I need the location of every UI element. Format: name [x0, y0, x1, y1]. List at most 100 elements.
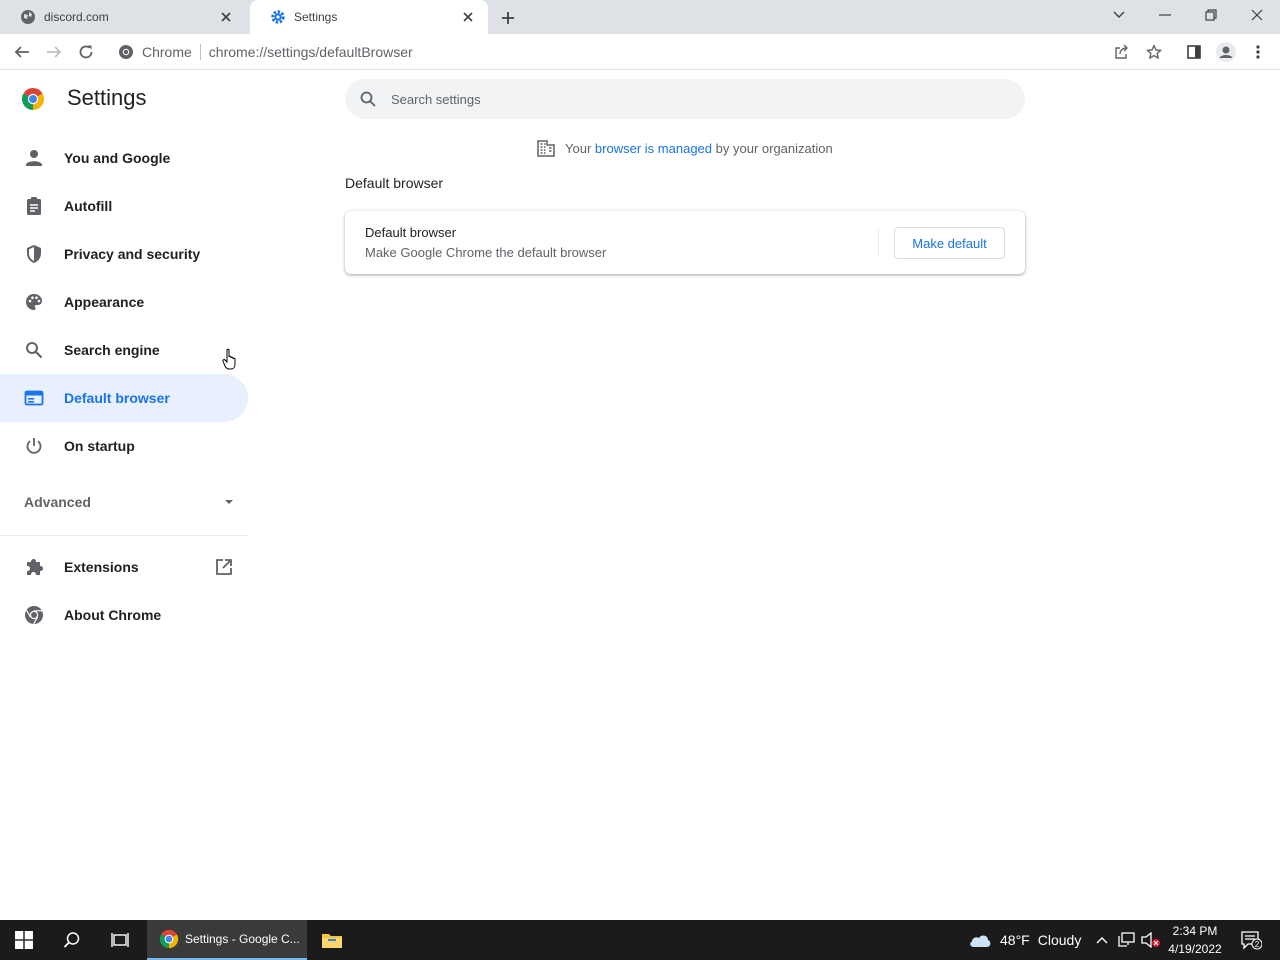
tab-discord[interactable]: discord.com	[0, 0, 246, 34]
nav-item-you-and-google[interactable]: You and Google	[0, 134, 248, 182]
address-bar[interactable]: Chrome chrome://settings/defaultBrowser	[108, 37, 1146, 67]
volume-muted-icon[interactable]	[1140, 920, 1162, 960]
building-icon	[537, 140, 555, 157]
is-link[interactable]: is	[645, 141, 654, 156]
tab-title: Settings	[294, 10, 338, 24]
nav-item-label: Appearance	[64, 294, 145, 310]
new-tab-icon[interactable]	[498, 8, 518, 28]
tab-title: discord.com	[44, 10, 109, 24]
nav-item-label: Search engine	[64, 342, 160, 358]
bookmark-star-icon[interactable]	[1142, 40, 1166, 64]
windows-taskbar: Settings - Google C... 48°F Cloudy 2:34 …	[0, 920, 1280, 960]
person-icon	[26, 150, 42, 166]
advanced-label: Advanced	[24, 494, 91, 510]
chrome-icon	[25, 606, 43, 625]
tab-search-icon[interactable]	[1096, 0, 1142, 30]
file-explorer-icon[interactable]	[312, 920, 352, 960]
shield-icon	[27, 245, 41, 263]
browser-link[interactable]: browser	[595, 141, 641, 156]
chrome-logo-icon	[22, 88, 44, 110]
nav-item-label: Privacy and security	[64, 246, 201, 262]
managed-link[interactable]: managed	[658, 141, 712, 156]
settings-search-bar[interactable]	[345, 79, 1025, 119]
chrome-logo-icon	[159, 929, 179, 949]
globe-icon	[21, 10, 35, 24]
nav-item-default-browser[interactable]: Default browser	[0, 374, 248, 422]
make-default-button[interactable]: Make default	[894, 227, 1005, 259]
close-window-icon[interactable]	[1234, 0, 1280, 30]
search-icon	[26, 342, 43, 359]
share-icon[interactable]	[1110, 40, 1134, 64]
nav-item-label: On startup	[64, 438, 135, 454]
default-browser-card: Default browser Make Google Chrome the d…	[345, 211, 1025, 274]
minimize-icon[interactable]	[1142, 0, 1188, 30]
close-tab-icon[interactable]	[460, 9, 476, 25]
nav-item-privacy-and-security[interactable]: Privacy and security	[0, 230, 248, 278]
taskbar-search-icon[interactable]	[48, 920, 96, 960]
gear-icon	[271, 10, 285, 24]
site-chip-label: Chrome	[142, 44, 192, 60]
managed-notice: Your browser is managed by your organiza…	[536, 138, 833, 158]
clock-date: 4/19/2022	[1168, 942, 1222, 956]
nav-item-label: About Chrome	[64, 607, 162, 623]
search-icon	[360, 91, 376, 107]
forward-arrow-icon[interactable]	[42, 40, 66, 64]
restore-icon[interactable]	[1188, 0, 1234, 30]
network-icon[interactable]	[1116, 920, 1138, 960]
notifications-icon[interactable]: 2	[1234, 920, 1268, 960]
taskbar-chrome-button[interactable]: Settings - Google C...	[147, 920, 307, 960]
caret-down-icon	[225, 500, 233, 504]
nav-item-search-engine[interactable]: Search engine	[0, 326, 248, 374]
start-windows-icon[interactable]	[0, 920, 48, 960]
back-arrow-icon[interactable]	[10, 40, 34, 64]
palette-icon	[26, 294, 42, 310]
tab-strip: discord.com Settings	[0, 0, 1280, 34]
weather-condition: Cloudy	[1037, 932, 1082, 948]
card-title: Default browser	[365, 225, 457, 240]
section-title: Default browser	[345, 175, 444, 191]
tab-settings[interactable]: Settings	[250, 0, 488, 34]
nav-divider	[0, 535, 248, 536]
nav-item-label: You and Google	[64, 150, 171, 166]
nav-item-on-startup[interactable]: On startup	[0, 422, 248, 470]
task-view-icon[interactable]	[96, 920, 144, 960]
taskbar-chrome-label: Settings - Google C...	[185, 932, 300, 946]
side-panel-icon[interactable]	[1182, 40, 1206, 64]
advanced-toggle[interactable]: Advanced	[24, 492, 234, 512]
weather-temp: 48°F	[1000, 932, 1030, 948]
weather-widget[interactable]: 48°F Cloudy	[968, 920, 1081, 960]
clock-time: 2:34 PM	[1172, 924, 1218, 938]
show-hidden-icons-icon[interactable]	[1092, 920, 1112, 960]
puzzle-icon	[27, 559, 43, 575]
managed-prefix: Your	[565, 140, 592, 156]
nav-item-about-chrome[interactable]: About Chrome	[0, 591, 248, 639]
page-title: Settings	[67, 85, 147, 110]
nav-item-autofill[interactable]: Autofill	[0, 182, 248, 230]
nav-item-extensions[interactable]: Extensions	[0, 543, 248, 591]
card-divider	[878, 230, 879, 256]
omnibox-divider	[199, 44, 201, 60]
notification-count: 2	[1255, 940, 1260, 949]
clipboard-icon	[27, 197, 41, 215]
nav-item-label: Extensions	[64, 559, 139, 575]
hand-cursor-icon	[222, 348, 236, 370]
settings-nav-bottom: Extensions About Chrome	[0, 543, 248, 639]
browser-toolbar: Chrome chrome://settings/defaultBrowser	[0, 34, 1280, 70]
more-menu-icon[interactable]	[1246, 40, 1270, 64]
nav-item-label: Default browser	[64, 390, 170, 406]
nav-item-appearance[interactable]: Appearance	[0, 278, 248, 326]
external-link-icon[interactable]	[214, 557, 234, 577]
system-clock[interactable]: 2:34 PM 4/19/2022	[1160, 922, 1230, 958]
profile-avatar-icon[interactable]	[1214, 40, 1238, 64]
site-chip[interactable]: Chrome	[118, 44, 192, 60]
browser-window-icon	[24, 390, 44, 406]
chrome-icon	[119, 45, 133, 59]
close-tab-icon[interactable]	[218, 9, 234, 25]
card-subtitle: Make Google Chrome the default browser	[365, 245, 607, 260]
reload-icon[interactable]	[74, 40, 98, 64]
cloud-icon	[970, 935, 991, 947]
nav-item-label: Autofill	[64, 198, 113, 214]
managed-suffix: by your organization	[715, 140, 833, 156]
search-input[interactable]	[391, 91, 991, 107]
url-text[interactable]: chrome://settings/defaultBrowser	[209, 44, 413, 60]
